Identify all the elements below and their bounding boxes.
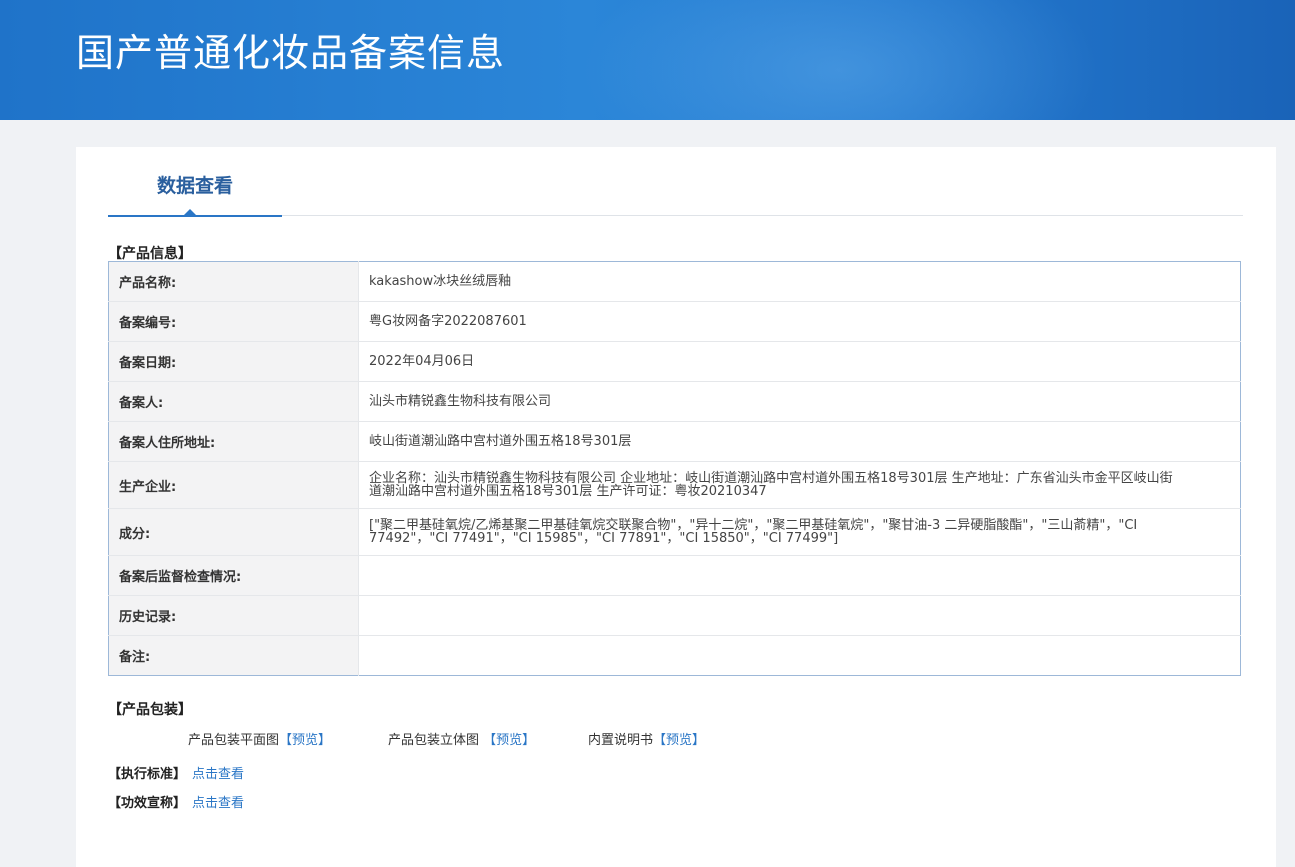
table-row: 历史记录: [108,595,1241,636]
preview-link-3d[interactable]: 【预览】 [483,733,535,748]
row-value: 岐山街道潮汕路中宫村道外围五格18号301层 [358,421,1241,462]
standard-view-link[interactable]: 点击查看 [192,767,244,782]
preview-link-flat[interactable]: 【预览】 [279,733,331,748]
row-label: 历史记录: [108,595,359,636]
table-row: 成分: ["聚二甲基硅氧烷/乙烯基聚二甲基硅氧烷交联聚合物"，"异十二烷"，"聚… [108,508,1241,556]
table-row: 备案后监督检查情况: [108,555,1241,596]
claims-row: 【功效宣称】 点击查看 [108,792,244,811]
claims-heading: 【功效宣称】 [108,796,187,811]
tab-bar: 数据查看 [108,147,1243,217]
row-value: 汕头市精锐鑫生物科技有限公司 [358,381,1241,422]
table-row: 备案人住所地址: 岐山街道潮汕路中宫村道外围五格18号301层 [108,421,1241,462]
table-row: 备案编号: 粤G妆网备字2022087601 [108,301,1241,342]
packaging-item-flat: 产品包装平面图【预览】 [188,729,331,748]
page-title: 国产普通化妆品备案信息 [76,31,506,75]
packaging-item-3d: 产品包装立体图 【预览】 [388,729,535,748]
row-label: 备案日期: [108,341,359,382]
row-label: 备案人住所地址: [108,421,359,462]
content-card: 数据查看 【产品信息】 产品名称: kakashow冰块丝绒唇釉 备案编号: 粤… [76,147,1276,867]
table-row: 备案日期: 2022年04月06日 [108,341,1241,382]
product-info-heading: 【产品信息】 [108,246,192,262]
packaging-heading: 【产品包装】 [108,702,192,718]
row-value [358,555,1241,596]
packaging-item-label: 内置说明书 [588,733,654,748]
product-info-table: 产品名称: kakashow冰块丝绒唇釉 备案编号: 粤G妆网备字2022087… [108,261,1241,676]
claims-view-link[interactable]: 点击查看 [192,796,244,811]
row-value: ["聚二甲基硅氧烷/乙烯基聚二甲基硅氧烷交联聚合物"，"异十二烷"，"聚二甲基硅… [358,508,1241,556]
row-value: kakashow冰块丝绒唇釉 [358,261,1241,302]
row-label: 备案编号: [108,301,359,342]
row-label: 备注: [108,635,359,676]
active-tab-indicator [184,209,196,215]
row-label: 备案后监督检查情况: [108,555,359,596]
row-value: 2022年04月06日 [358,341,1241,382]
row-label: 生产企业: [108,461,359,509]
row-value [358,595,1241,636]
row-value: 粤G妆网备字2022087601 [358,301,1241,342]
row-value: 企业名称：汕头市精锐鑫生物科技有限公司 企业地址：岐山街道潮汕路中宫村道外围五格… [358,461,1241,509]
row-label: 成分: [108,508,359,556]
packaging-item-label: 产品包装立体图 [388,733,484,748]
tab-data-view[interactable]: 数据查看 [108,147,282,217]
standard-row: 【执行标准】 点击查看 [108,763,244,782]
standard-heading: 【执行标准】 [108,767,187,782]
preview-link-manual[interactable]: 【预览】 [653,733,705,748]
packaging-item-label: 产品包装平面图 [188,733,280,748]
row-label: 产品名称: [108,261,359,302]
table-row: 产品名称: kakashow冰块丝绒唇釉 [108,261,1241,302]
row-label: 备案人: [108,381,359,422]
table-row: 备注: [108,635,1241,676]
header-banner: 国产普通化妆品备案信息 [0,0,1295,120]
packaging-item-manual: 内置说明书【预览】 [588,729,705,748]
row-value [359,636,1241,676]
table-row: 生产企业: 企业名称：汕头市精锐鑫生物科技有限公司 企业地址：岐山街道潮汕路中宫… [108,461,1241,509]
table-row: 备案人: 汕头市精锐鑫生物科技有限公司 [108,381,1241,422]
